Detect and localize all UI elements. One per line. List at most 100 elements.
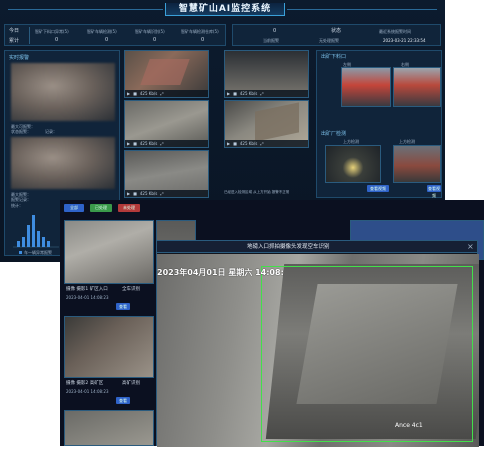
right-stat-2-value: 状态 xyxy=(331,28,342,34)
bitrate-label: 425 Kb/s xyxy=(239,141,258,146)
snapshot-image: 2023年04月01日 星期六 14:08: Ance 4c1 xyxy=(157,254,479,447)
capture-thumb-4[interactable] xyxy=(393,145,441,183)
camera-tile-5[interactable]: ▶ ■ 425 Kb/s ⤢ xyxy=(124,150,209,198)
play-icon[interactable]: ▶ xyxy=(127,141,130,146)
camera-tile-4[interactable]: ▶ ■ 425 Kb/s ⤢ xyxy=(224,100,309,148)
stop-icon[interactable]: ■ xyxy=(233,141,237,146)
stats-panel-right: 0 当前报警 状态 无处理报警 最近系统报警时间 2023-03-21 22:3… xyxy=(232,24,441,46)
fullscreen-icon[interactable]: ⤢ xyxy=(260,91,263,96)
event-card-image-3[interactable] xyxy=(64,410,154,446)
right-cap-3: 上方检测 xyxy=(343,139,359,144)
title-line-right xyxy=(287,9,437,10)
stop-icon[interactable]: ■ xyxy=(133,91,137,96)
camera-controls[interactable]: ▶ ■ 425 Kb/s ⤢ xyxy=(225,140,308,147)
event-card-view-button-1[interactable]: 查看 xyxy=(116,303,130,310)
right-panel: 出矿下料口 左侧 右侧 出矿厂检测 上方检测 上方检测 查看视频 查看视频 xyxy=(316,50,442,198)
stat-value-1: 0 xyxy=(55,37,59,43)
title-line-left xyxy=(8,9,163,10)
stat-value-3: 0 xyxy=(153,37,157,43)
row-label-total: 累计 xyxy=(9,38,20,44)
right-section-title-2: 出矿厂检测 xyxy=(321,131,347,137)
alarm-histogram xyxy=(13,215,59,248)
stats-panel-left: 今日 累计 智矿下料口异常(5) 智矿车辆检测(5) 智矿车辆识别(5) 智矿车… xyxy=(4,24,226,46)
filter-unprocessed-button[interactable]: 未处理 xyxy=(118,204,140,212)
event-card-name-1: 摄像 摄影1 矿区入口 xyxy=(66,287,108,292)
stop-icon[interactable]: ■ xyxy=(233,91,237,96)
fullscreen-icon[interactable]: ⤢ xyxy=(160,91,163,96)
right-stat-3-sub: 2023-03-21 22:33:54 xyxy=(383,38,426,43)
camera-tile-3[interactable]: ▶ ■ 425 Kb/s ⤢ xyxy=(124,100,209,148)
play-icon[interactable]: ▶ xyxy=(227,141,230,146)
right-stat-1-sub: 当前报警 xyxy=(263,38,279,43)
mid-caption: 已经进入检测区域 从上方开始 报警不正常 xyxy=(224,190,290,194)
camera-tile-1[interactable]: ▶ ■ 425 Kb/s ⤢ xyxy=(124,50,209,98)
left-section-title: 实时报警 xyxy=(9,55,30,61)
event-card-name-2: 摄像 摄影2 高矿区 xyxy=(66,381,104,386)
bitrate-label: 425 Kb/s xyxy=(139,141,158,146)
left-meta-2c: 统计： xyxy=(11,203,23,208)
conveyor-shape xyxy=(140,59,190,85)
right-stat-1-value: 0 xyxy=(273,28,277,34)
event-card-status-2: 高矿识别 xyxy=(122,381,140,386)
event-card-image-1[interactable] xyxy=(64,220,154,284)
capture-thumb-2[interactable] xyxy=(393,67,441,107)
fullscreen-icon[interactable]: ⤢ xyxy=(160,141,163,146)
row-label-today: 今日 xyxy=(9,28,20,34)
histogram-bar xyxy=(42,237,45,247)
snapshot-modal: 地磅入口抓拍摄像头发现空车识别 × 2023年04月01日 星期六 14:08:… xyxy=(156,240,479,447)
fullscreen-icon[interactable]: ⤢ xyxy=(260,141,263,146)
filter-all-button[interactable]: 全部 xyxy=(64,204,84,212)
event-card-view-button-2[interactable]: 查看 xyxy=(116,397,130,404)
histogram-bar xyxy=(22,237,25,247)
play-icon[interactable]: ▶ xyxy=(227,91,230,96)
view-video-button-2[interactable]: 查看视频 xyxy=(427,185,441,198)
histogram-bar xyxy=(47,241,50,247)
legend-swatch xyxy=(19,251,22,254)
right-stat-3-value: 最近系统报警时间 xyxy=(379,29,411,34)
event-card-time-2: 2023-04-01 14:08:23 xyxy=(66,389,109,394)
right-section-title-1: 出矿下料口 xyxy=(321,54,347,60)
camera-controls[interactable]: ▶ ■ 425 Kb/s ⤢ xyxy=(125,190,208,197)
app-title: 智慧矿山AI监控系统 xyxy=(178,4,272,14)
event-card-image-2[interactable] xyxy=(64,316,154,378)
snapshot-watermark: Ance 4c1 xyxy=(395,422,423,429)
event-card-time-1: 2023-04-01 14:08:23 xyxy=(66,295,109,300)
stat-label-1: 智矿下料口异常(5) xyxy=(35,29,69,34)
bitrate-label: 425 Kb/s xyxy=(239,91,258,96)
alarm-thumbnail-1[interactable] xyxy=(11,63,115,121)
detection-box xyxy=(261,266,473,442)
play-icon[interactable]: ▶ xyxy=(127,91,130,96)
stat-value-2: 0 xyxy=(105,37,109,43)
stat-divider xyxy=(29,27,30,44)
close-icon[interactable]: × xyxy=(467,242,474,251)
stat-label-3: 智矿车辆识别(5) xyxy=(135,29,165,34)
histogram-bar xyxy=(37,231,40,247)
bottom-app: 全部 已处理 未处理 摄像 摄影1 矿区入口 全车识别 2023-04-01 1… xyxy=(60,200,484,447)
camera-controls[interactable]: ▶ ■ 425 Kb/s ⤢ xyxy=(225,90,308,97)
bitrate-label: 425 Kb/s xyxy=(139,191,158,196)
event-card-status-1: 全车识别 xyxy=(122,287,140,292)
histogram-bar xyxy=(17,241,20,247)
modal-title: 地磅入口抓拍摄像头发现空车识别 xyxy=(247,244,330,250)
fullscreen-icon[interactable]: ⤢ xyxy=(160,191,163,196)
camera-controls[interactable]: ▶ ■ 425 Kb/s ⤢ xyxy=(125,90,208,97)
capture-thumb-3[interactable] xyxy=(325,145,381,183)
play-icon[interactable]: ▶ xyxy=(127,191,130,196)
histogram-bar xyxy=(27,225,30,247)
camera-tile-2[interactable]: ▶ ■ 425 Kb/s ⤢ xyxy=(224,50,309,98)
camera-controls[interactable]: ▶ ■ 425 Kb/s ⤢ xyxy=(125,140,208,147)
card-list: 摄像 摄影1 矿区入口 全车识别 2023-04-01 14:08:23 查看 … xyxy=(64,220,156,446)
histogram-legend: 车一辆异常报警 xyxy=(24,250,52,255)
capture-thumb-1[interactable] xyxy=(341,67,391,107)
stat-label-2: 智矿车辆检测(5) xyxy=(87,29,117,34)
view-video-button-1[interactable]: 查看视频 xyxy=(367,185,389,192)
left-meta-1c: 记录： xyxy=(45,129,57,134)
histogram-bar xyxy=(32,215,35,247)
camera-grid: ▶ ■ 425 Kb/s ⤢ ▶ ■ 425 Kb/s ⤢ ▶ ■ 425 Kb/s ⤢ ▶ ■ 42… xyxy=(124,50,310,198)
stop-icon[interactable]: ■ xyxy=(133,141,137,146)
left-meta-2b: 报警记录： xyxy=(11,197,31,202)
alarm-thumbnail-2[interactable] xyxy=(11,137,115,189)
stat-value-4: 0 xyxy=(201,37,205,43)
stop-icon[interactable]: ■ xyxy=(133,191,137,196)
filter-processed-button[interactable]: 已处理 xyxy=(90,204,112,212)
